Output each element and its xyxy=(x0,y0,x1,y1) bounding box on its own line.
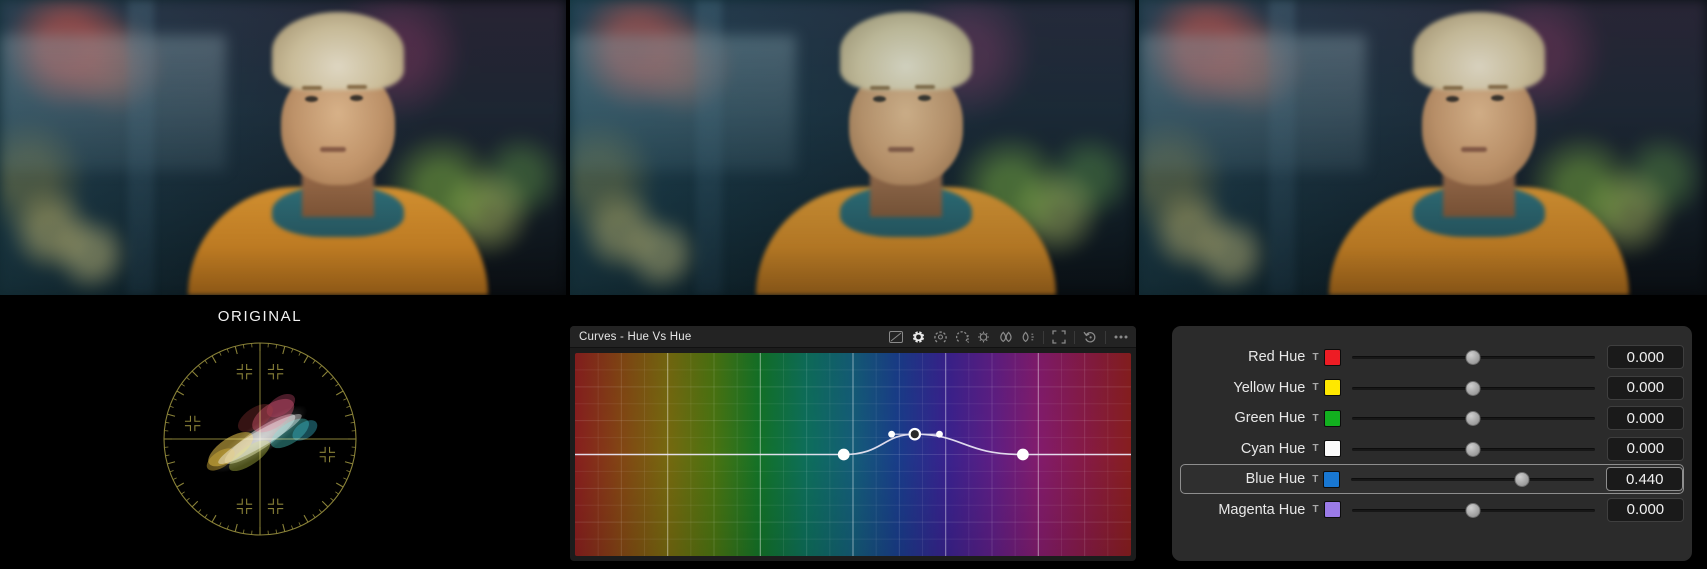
value-field-magenta-hue[interactable]: 0.000 xyxy=(1606,497,1684,522)
vectorscope-block: ORIGINAL xyxy=(110,295,410,569)
grade-overlay-original xyxy=(0,0,566,295)
toolbar-separator xyxy=(1074,330,1075,344)
davinci-resolve-color-page: ORIGINAL Curves - Hue Vs Hue Red Hue T 0… xyxy=(0,0,1707,569)
value-field-red-hue[interactable]: 0.000 xyxy=(1606,345,1684,369)
slider-track-blue-hue[interactable] xyxy=(1351,468,1595,490)
curves-toolbar xyxy=(885,326,1132,348)
slider-knob-yellow-hue[interactable] xyxy=(1465,380,1481,396)
slider-track-line xyxy=(1351,478,1595,481)
hue-vs-sat-icon[interactable] xyxy=(929,327,951,347)
bezier-handle-right[interactable] xyxy=(936,430,943,438)
slider-row-yellow-hue[interactable]: Yellow Hue T 0.000 xyxy=(1180,373,1684,403)
slider-row-green-hue[interactable]: Green Hue T 0.000 xyxy=(1180,403,1684,433)
vectorscope-title: ORIGINAL xyxy=(217,308,303,325)
curves-title: Curves - Hue Vs Hue xyxy=(579,330,692,343)
hue-vs-hue-icon[interactable] xyxy=(907,327,929,347)
color-swatch-green-hue[interactable] xyxy=(1323,409,1341,427)
slider-row-red-hue[interactable]: Red Hue T 0.000 xyxy=(1180,342,1684,372)
slider-knob-green-hue[interactable] xyxy=(1465,411,1481,426)
color-swatch-yellow-hue[interactable] xyxy=(1323,379,1341,396)
slider-track-red-hue[interactable] xyxy=(1351,346,1595,368)
scene-preview xyxy=(570,0,1135,295)
slider-label-cyan-hue: Cyan Hue xyxy=(1240,440,1306,457)
keyframe-toggle-yellow-hue[interactable]: T xyxy=(1307,382,1323,393)
expand-icon[interactable] xyxy=(1048,327,1070,347)
vectorscope-display[interactable] xyxy=(156,335,364,543)
toolbar-separator xyxy=(1105,330,1106,344)
options-menu-icon[interactable] xyxy=(1110,327,1132,347)
slider-label-blue-hue: Blue Hue xyxy=(1245,471,1306,487)
slider-label-yellow-hue: Yellow Hue xyxy=(1233,379,1306,396)
curve-anchor-right[interactable] xyxy=(1016,448,1029,461)
vectorscope-svg xyxy=(163,342,357,536)
hue-curve[interactable] xyxy=(575,353,1131,556)
keyframe-toggle-blue-hue[interactable]: T xyxy=(1307,474,1323,485)
keyframe-toggle-red-hue[interactable]: T xyxy=(1307,352,1323,363)
hue-vs-hue-graph[interactable] xyxy=(575,353,1131,556)
color-swatch-cyan-hue[interactable] xyxy=(1323,440,1341,457)
toolbar-separator xyxy=(1043,330,1044,344)
value-field-green-hue[interactable]: 0.000 xyxy=(1606,406,1684,430)
color-swatch-magenta-hue[interactable] xyxy=(1323,501,1341,518)
hue-sliders-panel: Red Hue T 0.000 Yellow Hue T 0.000 Green Hue T 0… xyxy=(1172,326,1692,561)
viewer-panel-output[interactable] xyxy=(1139,0,1707,295)
grade-overlay-output xyxy=(1139,0,1707,295)
slider-knob-magenta-hue[interactable] xyxy=(1465,502,1481,518)
sat-vs-sat-icon[interactable] xyxy=(995,327,1017,347)
color-swatch-blue-hue[interactable] xyxy=(1323,470,1341,488)
value-field-cyan-hue[interactable]: 0.000 xyxy=(1606,436,1684,461)
value-field-yellow-hue[interactable]: 0.000 xyxy=(1606,375,1684,400)
curves-panel: Curves - Hue Vs Hue xyxy=(570,326,1136,561)
slider-knob-blue-hue[interactable] xyxy=(1514,472,1530,487)
value-field-blue-hue[interactable]: 0.440 xyxy=(1606,467,1683,491)
viewer-panel-original[interactable] xyxy=(0,0,566,295)
viewer-panel-preview[interactable] xyxy=(570,0,1135,295)
slider-track-cyan-hue[interactable] xyxy=(1351,438,1595,460)
slider-label-magenta-hue: Magenta Hue xyxy=(1218,501,1306,518)
slider-row-magenta-hue[interactable]: Magenta Hue T 0.000 xyxy=(1180,495,1684,525)
curve-anchor-peak[interactable] xyxy=(908,427,922,441)
scene-output xyxy=(1139,0,1707,295)
slider-track-yellow-hue[interactable] xyxy=(1351,377,1595,399)
grade-overlay-preview xyxy=(570,0,1135,295)
curve-anchor-left[interactable] xyxy=(837,448,850,461)
slider-label-green-hue: Green Hue xyxy=(1234,410,1306,426)
slider-knob-cyan-hue[interactable] xyxy=(1465,441,1481,457)
sat-vs-lum-icon[interactable] xyxy=(1017,327,1039,347)
slider-track-green-hue[interactable] xyxy=(1351,407,1595,429)
color-swatch-red-hue[interactable] xyxy=(1323,348,1341,366)
slider-row-blue-hue[interactable]: Blue Hue T 0.440 xyxy=(1180,464,1684,494)
bezier-handle-left[interactable] xyxy=(888,430,896,438)
slider-label-red-hue: Red Hue xyxy=(1248,349,1306,365)
vectorscope-trace xyxy=(206,393,318,473)
curves-graph-wrap xyxy=(570,348,1136,561)
custom-curve-icon[interactable] xyxy=(885,327,907,347)
slider-knob-red-hue[interactable] xyxy=(1465,350,1481,365)
reset-icon[interactable] xyxy=(1079,327,1101,347)
lum-vs-sat-icon[interactable] xyxy=(973,327,995,347)
bottom-toolbar-area: ORIGINAL Curves - Hue Vs Hue Red Hue T 0… xyxy=(0,295,1707,569)
scene-original xyxy=(0,0,566,295)
curves-header: Curves - Hue Vs Hue xyxy=(570,326,1136,348)
slider-row-cyan-hue[interactable]: Cyan Hue T 0.000 xyxy=(1180,434,1684,464)
slider-track-magenta-hue[interactable] xyxy=(1351,499,1595,521)
keyframe-toggle-green-hue[interactable]: T xyxy=(1307,413,1323,424)
viewer-strip xyxy=(0,0,1707,295)
hue-vs-lum-icon[interactable] xyxy=(951,327,973,347)
keyframe-toggle-magenta-hue[interactable]: T xyxy=(1307,504,1323,515)
keyframe-toggle-cyan-hue[interactable]: T xyxy=(1307,443,1323,454)
